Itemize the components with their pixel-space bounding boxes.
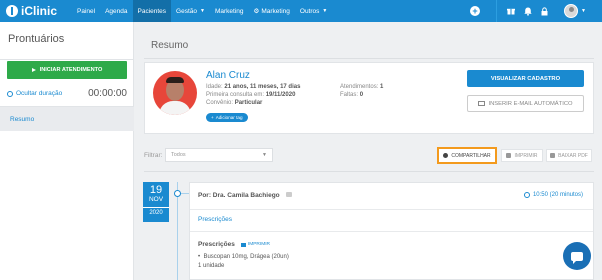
lock-icon[interactable] <box>541 6 548 16</box>
auto-email-button[interactable]: INSERIR E-MAIL AUTOMÁTICO <box>467 95 584 112</box>
entry-time-label: 10:50 (20 minutos) <box>532 192 583 198</box>
user-avatar[interactable] <box>564 4 579 18</box>
print-prescription-button[interactable]: IMPRIMIR <box>240 242 270 247</box>
entry-date-badge: 19 NOV 2020 <box>143 182 169 222</box>
gift-icon[interactable] <box>507 7 516 15</box>
add-tag-label: Adicionar tag <box>215 115 243 120</box>
plus-icon: + <box>211 115 214 120</box>
share-button[interactable]: COMPARTILHAR <box>437 147 497 164</box>
nav-item-marketing-2-label: Marketing <box>261 7 290 15</box>
title-divider <box>144 58 594 59</box>
entry-month: NOV <box>148 196 164 203</box>
attendance-timer: 00:00:00 <box>88 88 127 99</box>
clock-icon <box>7 90 13 97</box>
entry-year: 2020 <box>143 207 169 218</box>
print-prescription-label: IMPRIMIR <box>247 242 270 247</box>
iclinic-logo[interactable]: iClinic <box>6 4 72 18</box>
nav-separator <box>496 0 498 22</box>
page-title: Resumo <box>151 40 189 51</box>
printer-icon <box>240 242 246 247</box>
filter-label: Filtrar: <box>144 152 163 159</box>
patient-name[interactable]: Alan Cruz <box>206 70 250 81</box>
entry-divider <box>190 209 593 210</box>
envelope-icon <box>478 101 486 106</box>
filter-divider <box>144 171 594 172</box>
absences-count: Faltas: 0 <box>340 92 364 98</box>
view-registration-button[interactable]: VISUALIZAR CADASTRO <box>467 70 584 87</box>
brand-name: iClinic <box>21 4 58 18</box>
patient-first-visit: Primeira consulta em: 19/11/2020 <box>206 92 296 98</box>
prescriptions-title: Prescrições <box>198 241 235 248</box>
entry-time: 10:50 (20 minutos) <box>523 192 583 198</box>
entry-header: Por: Dra. Camila Bachiego <box>198 192 293 199</box>
play-icon <box>31 68 36 72</box>
timeline-dot <box>174 190 181 197</box>
hide-duration-link[interactable]: Ocultar duração <box>7 90 62 97</box>
duration-row: Ocultar duração 00:00:00 <box>7 88 127 99</box>
download-pdf-button[interactable]: BAIXAR PDF <box>546 149 592 162</box>
top-navbar: iClinic Painel Agenda Pacientes Gestão ▼… <box>0 0 602 22</box>
patient-plan: Convênio: Particular <box>206 100 263 106</box>
prescription-quantity: 1 unidade <box>198 263 225 269</box>
user-share-icon <box>443 153 449 158</box>
share-label: COMPARTILHAR <box>451 152 491 159</box>
start-attendance-button[interactable]: INICIAR ATENDIMENTO <box>7 61 127 79</box>
appointments-count: Atendimentos: 1 <box>340 84 384 90</box>
chevron-down-icon: ▼ <box>262 152 267 158</box>
auto-email-label: INSERIR E-MAIL AUTOMÁTICO <box>488 100 573 107</box>
nav-item-pacientes[interactable]: Pacientes <box>132 0 172 22</box>
hide-duration-label: Ocultar duração <box>16 90 63 97</box>
pdf-icon <box>550 153 556 158</box>
record-entry: Por: Dra. Camila Bachiego 10:50 (20 minu… <box>189 182 594 280</box>
filter-select[interactable]: Todos ▼ <box>165 148 273 162</box>
chevron-down-icon[interactable]: ▼ <box>581 8 586 14</box>
add-tag-button[interactable]: + Adicionar tag <box>206 113 248 122</box>
nav-item-gestao[interactable]: Gestão ▼ <box>171 0 210 22</box>
sidebar-item-resumo[interactable]: Resumo <box>0 107 134 131</box>
chevron-down-icon: ▼ <box>322 8 328 14</box>
chat-icon <box>571 251 583 264</box>
nav-item-agenda[interactable]: Agenda <box>100 0 132 22</box>
logo-icon <box>6 5 18 17</box>
print-label: IMPRIMIR <box>514 152 538 159</box>
entry-doctor: Por: Dra. Camila Bachiego <box>198 192 280 199</box>
patient-age: Idade: 21 anos, 11 meses, 17 dias <box>206 84 301 90</box>
clock-icon <box>523 192 530 198</box>
prescription-item: • Buscopan 10mg, Drágea (20un) <box>198 254 289 260</box>
plus-circle-icon[interactable]: + <box>470 6 481 16</box>
timeline-connector <box>181 193 189 194</box>
chevron-down-icon: ▼ <box>200 8 205 14</box>
lock-icon <box>286 192 293 197</box>
print-button[interactable]: IMPRIMIR <box>501 149 543 162</box>
records-sidebar: Prontuários INICIAR ATENDIMENTO Ocultar … <box>0 22 134 280</box>
prescriptions-section: Prescrições IMPRIMIR <box>198 241 270 248</box>
gear-icon: ⚙ <box>253 8 260 15</box>
filter-value: Todos <box>171 152 186 158</box>
entry-day: 19 <box>149 184 163 196</box>
sidebar-title: Prontuários <box>0 22 133 60</box>
printer-icon <box>506 153 512 158</box>
nav-item-marketing-2[interactable]: ⚙ Marketing <box>249 0 295 22</box>
patient-card: Alan Cruz Idade: 21 anos, 11 meses, 17 d… <box>144 62 594 134</box>
prescriptions-link[interactable]: Prescrições <box>198 216 232 223</box>
bell-icon[interactable] <box>524 7 532 16</box>
nav-item-gestao-label: Gestão <box>176 7 198 15</box>
nav-item-outros[interactable]: Outros ▼ <box>295 0 332 22</box>
nav-item-marketing[interactable]: Marketing <box>210 0 249 22</box>
nav-item-outros-label: Outros <box>299 7 320 15</box>
nav-right-actions: + ▼ <box>470 0 602 22</box>
start-attendance-label: INICIAR ATENDIMENTO <box>39 67 103 73</box>
nav-item-painel[interactable]: Painel <box>72 0 100 22</box>
patient-avatar <box>153 71 197 115</box>
download-pdf-label: BAIXAR PDF <box>558 152 588 159</box>
entry-divider <box>190 231 593 232</box>
chat-button[interactable] <box>563 242 591 270</box>
